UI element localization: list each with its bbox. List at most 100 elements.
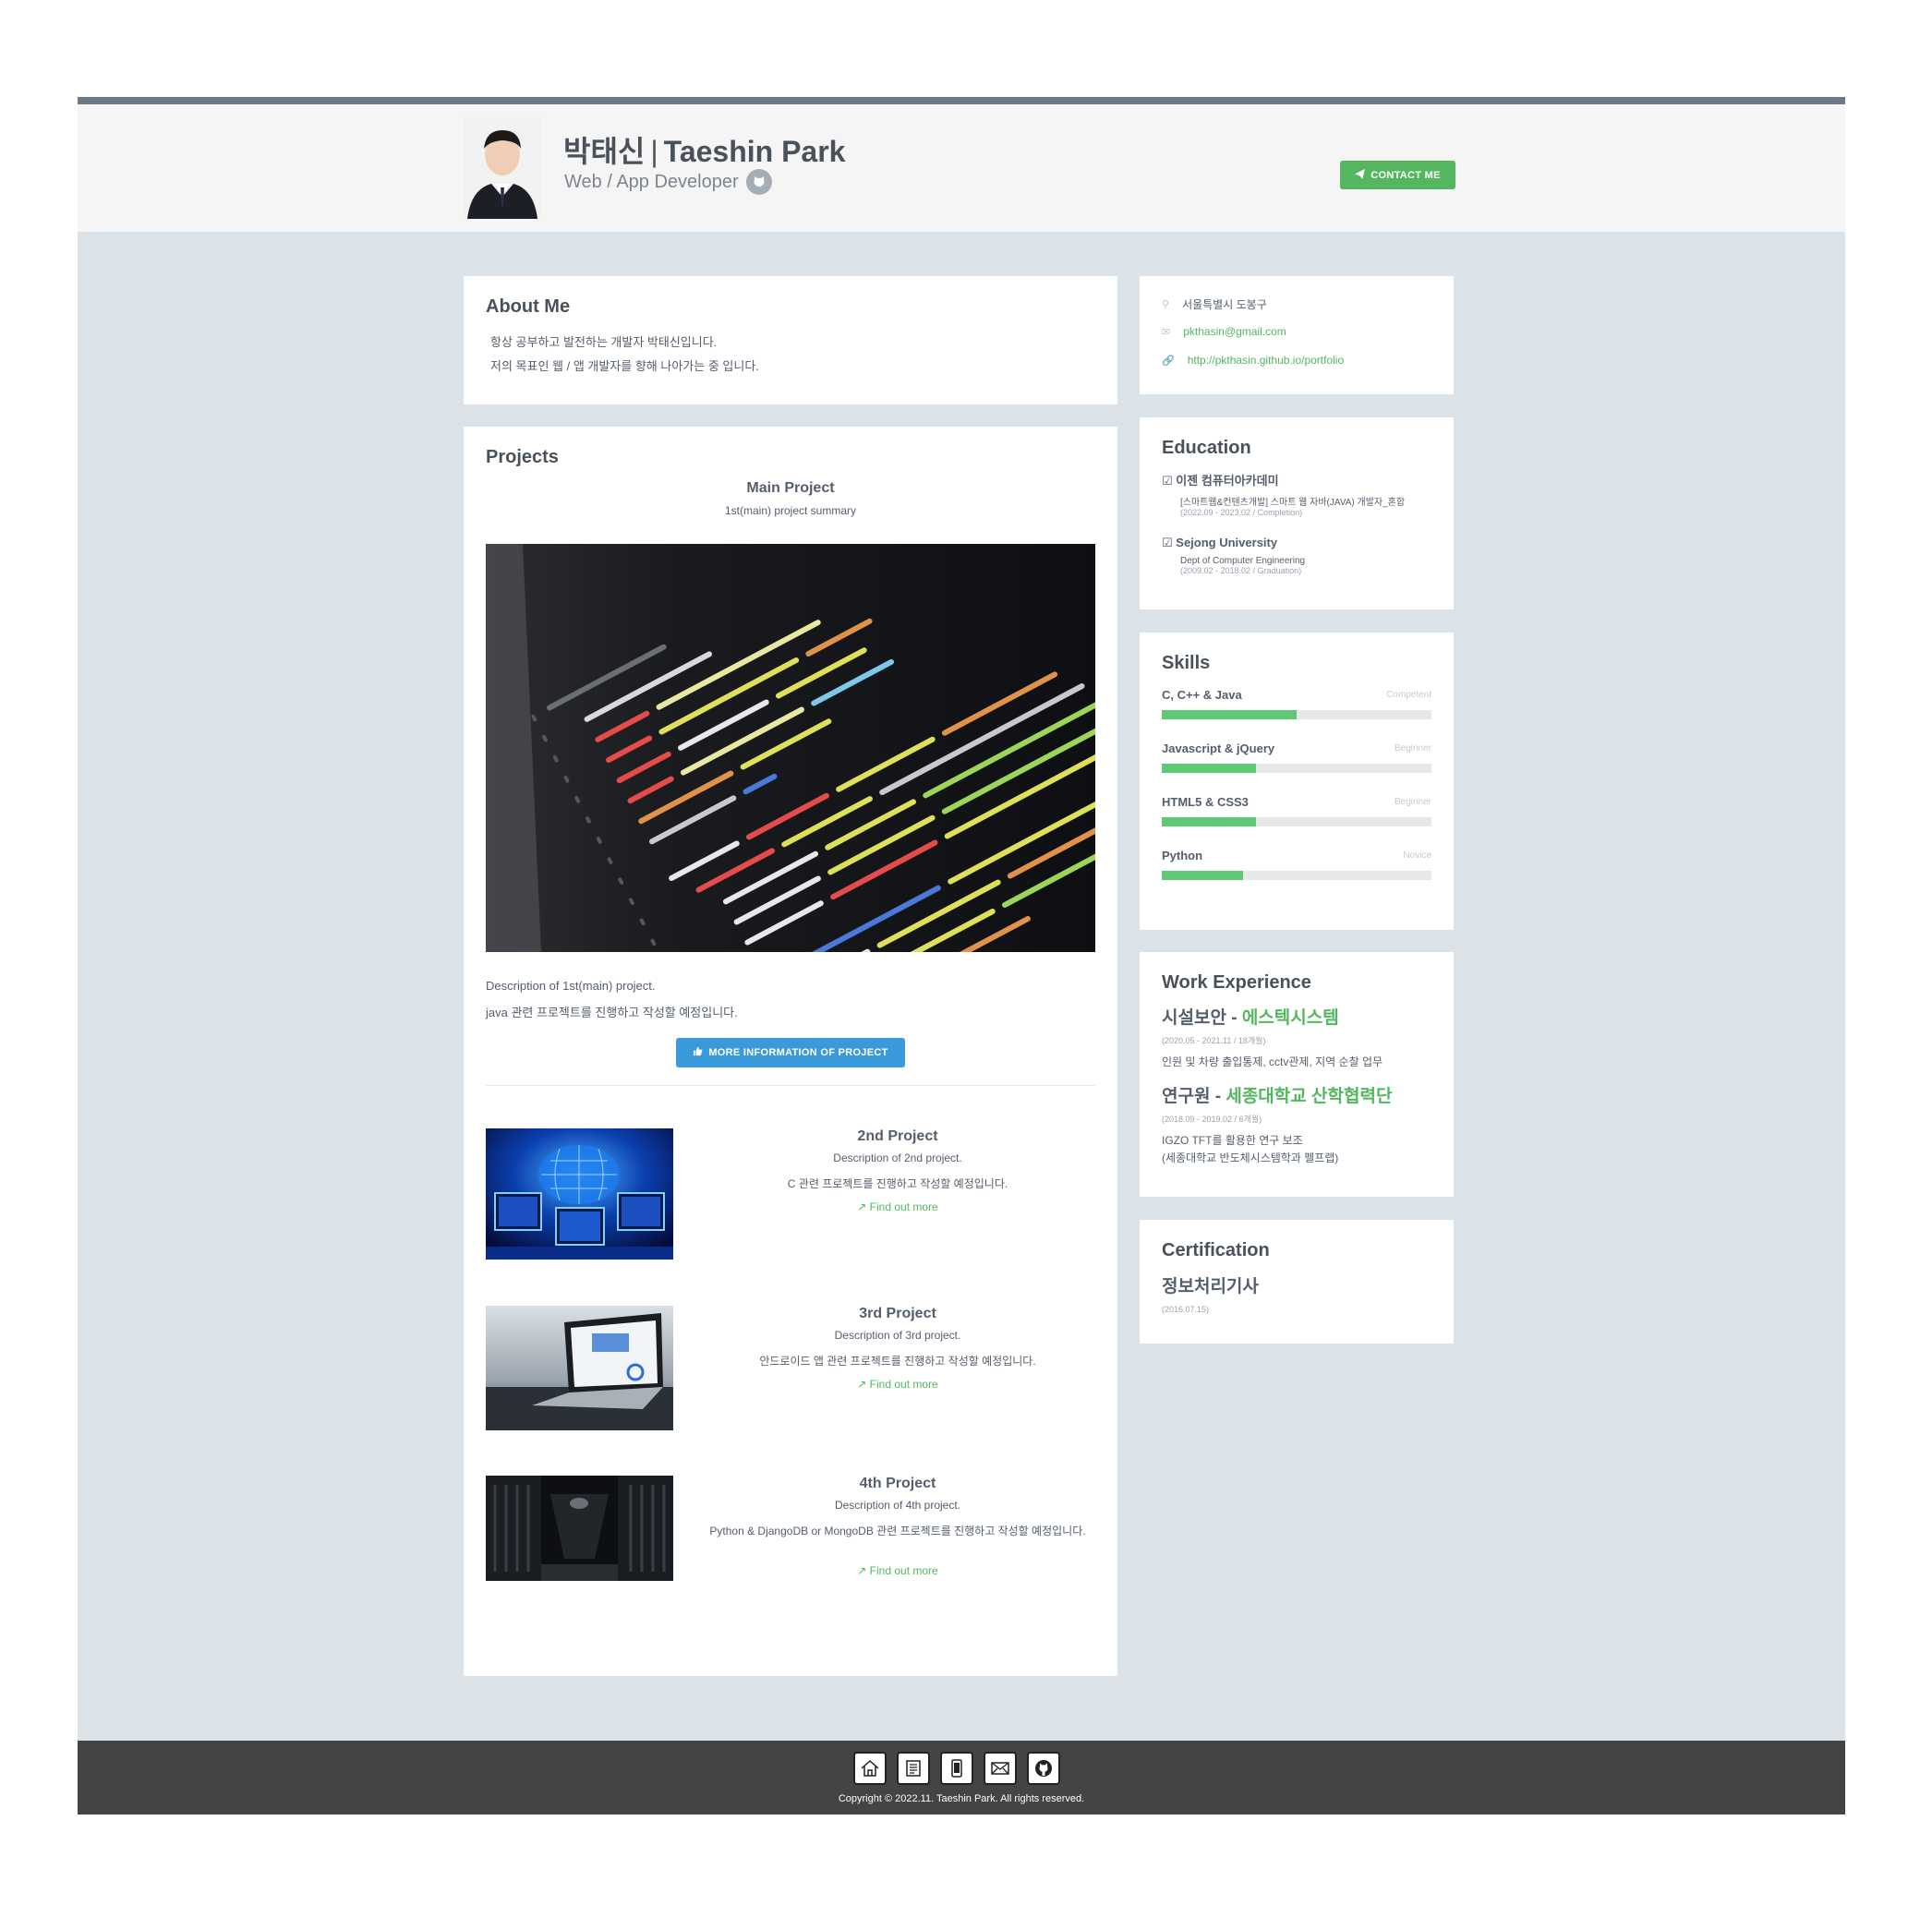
map-marker-icon: ⚲ <box>1162 299 1170 310</box>
check-square-icon: ☑ <box>1162 474 1173 488</box>
project-2-detail: C 관련 프로젝트를 진행하고 작성할 예정입니다. <box>787 1177 1008 1190</box>
education-card: Education ☑ 이젠 컴퓨터아카데미 [스마트웹&컨텐츠개발] 스마트 … <box>1140 417 1454 609</box>
project-4-link[interactable]: ↗ Find out more <box>700 1564 1095 1577</box>
work-experience-card: Work Experience 시설보안 - 에스텍시스템 (2020.05 -… <box>1140 952 1454 1197</box>
github-icon[interactable] <box>1027 1752 1060 1785</box>
skill-name: Javascript & jQuery <box>1162 741 1275 755</box>
external-link-icon: ↗ <box>857 1564 867 1577</box>
skill-level: Beginner <box>1394 743 1431 754</box>
project-4-image[interactable] <box>486 1476 673 1581</box>
project-2-link-label: Find out more <box>869 1200 938 1213</box>
external-link-icon: ↗ <box>857 1200 867 1213</box>
main-project-image[interactable] <box>486 544 1095 952</box>
work-description: IGZO TFT를 활용한 연구 보조 <box>1162 1134 1303 1147</box>
work-description-sub: (세종대학교 반도체시스템학과 펠프랩) <box>1162 1151 1339 1164</box>
education-item: ☑ Sejong University Dept of Computer Eng… <box>1162 536 1305 575</box>
footer-icons <box>853 1752 1060 1785</box>
skill-bar-track <box>1162 710 1431 719</box>
project-2-link[interactable]: ↗ Find out more <box>700 1200 1095 1213</box>
profile-tagline: Web / App Developer <box>564 169 772 195</box>
email-link[interactable]: pkthasin@gmail.com <box>1183 325 1286 338</box>
contact-me-button[interactable]: CONTACT ME <box>1340 161 1455 189</box>
work-experience-title: Work Experience <box>1162 972 1311 993</box>
link-icon: 🔗 <box>1162 355 1175 367</box>
about-title: About Me <box>486 296 571 317</box>
skill-bar-fill <box>1162 817 1257 826</box>
mobile-icon[interactable] <box>940 1752 973 1785</box>
education-period: (2009.02 - 2018.02 / Graduation) <box>1180 566 1302 575</box>
name-english: Taeshin Park <box>663 135 846 168</box>
skill-bar-track <box>1162 817 1431 826</box>
about-card: About Me 항상 공부하고 발전하는 개발자 박태신입니다. 저의 목표인… <box>464 276 1117 404</box>
projects-title: Projects <box>486 447 559 467</box>
website-row[interactable]: 🔗 http://pkthasin.github.io/portfolio <box>1162 354 1344 367</box>
check-square-icon: ☑ <box>1162 536 1173 549</box>
project-4-description: Description of 4th project. <box>834 1499 961 1512</box>
project-4-detail: Python & DjangoDB or MongoDB 관련 프로젝트를 진행… <box>709 1525 1086 1537</box>
work-company: 에스텍시스템 <box>1241 1008 1339 1028</box>
profile-photo <box>464 117 541 219</box>
skills-title: Skills <box>1162 653 1211 673</box>
tagline-text: Web / App Developer <box>564 171 739 192</box>
certification-date: (2016.07.15) <box>1162 1305 1210 1314</box>
education-program: [스마트웹&컨텐츠개발] 스마트 웹 자바(JAVA) 개발자_혼합 <box>1180 498 1406 508</box>
skill-level: Beginner <box>1394 797 1431 807</box>
skills-card: Skills C, C++ & Java Competent Javascrip… <box>1140 633 1454 930</box>
external-link-icon: ↗ <box>857 1378 867 1391</box>
main-project-detail: java 관련 프로젝트를 진행하고 작성할 예정입니다. <box>486 1006 738 1019</box>
document-icon[interactable] <box>897 1752 930 1785</box>
paper-plane-icon <box>1355 168 1366 182</box>
github-icon[interactable] <box>745 169 772 195</box>
education-school: 이젠 컴퓨터아카데미 <box>1176 474 1279 488</box>
home-icon[interactable] <box>853 1752 887 1785</box>
project-2-title: 2nd Project <box>857 1128 938 1144</box>
project-3-link[interactable]: ↗ Find out more <box>700 1378 1095 1391</box>
page-frame: 박태신 | Taeshin Park Web / App Developer CON… <box>78 97 1845 1815</box>
profile-name: 박태신 | Taeshin Park <box>563 128 845 171</box>
more-information-button[interactable]: MORE INFORMATION OF PROJECT <box>676 1038 905 1067</box>
project-2-image[interactable] <box>486 1128 673 1260</box>
project-2-description: Description of 2nd project. <box>833 1151 962 1164</box>
envelope-icon: ✉ <box>1162 326 1171 338</box>
skill-level: Competent <box>1386 690 1431 700</box>
education-period: (2022.09 - 2023.02 / Completion) <box>1180 508 1303 517</box>
mail-icon[interactable] <box>984 1752 1017 1785</box>
skill-name: C, C++ & Java <box>1162 688 1242 702</box>
work-period: (2018.09 - 2019.02 / 6개월) <box>1162 1115 1262 1124</box>
skill-bar-fill <box>1162 871 1243 880</box>
name-separator: | <box>650 135 658 168</box>
work-description: 인원 및 차량 출입통제, cctv관제, 지역 순찰 업무 <box>1162 1055 1383 1068</box>
footer: Copyright © 2022.11. Taeshin Park. All r… <box>78 1741 1845 1815</box>
skill-name: Python <box>1162 849 1203 862</box>
main-project-title: Main Project <box>746 480 835 496</box>
project-4-link-label: Find out more <box>869 1564 938 1577</box>
header: 박태신 | Taeshin Park Web / App Developer CON… <box>78 104 1845 232</box>
work-role: 연구원 <box>1162 1087 1211 1106</box>
contact-info-card: ⚲ 서울특별시 도봉구 ✉ pkthasin@gmail.com 🔗 http:… <box>1140 276 1454 394</box>
work-period: (2020.05 - 2021.11 / 18개월) <box>1162 1036 1266 1045</box>
work-item: 연구원 - 세종대학교 산학협력단 (2018.09 - 2019.02 / 6… <box>1162 1082 1392 1165</box>
work-role: 시설보안 <box>1162 1008 1226 1028</box>
project-4-title: 4th Project <box>859 1476 936 1491</box>
skill-bar-fill <box>1162 764 1257 773</box>
certification-card: Certification 정보처리기사 (2016.07.15) <box>1140 1220 1454 1344</box>
certification-title: Certification <box>1162 1240 1270 1260</box>
project-3-image[interactable] <box>486 1306 673 1430</box>
work-item: 시설보안 - 에스텍시스템 (2020.05 - 2021.11 / 18개월)… <box>1162 1004 1383 1069</box>
skill-bar-track <box>1162 871 1431 880</box>
main-project-summary: 1st(main) project summary <box>724 504 857 517</box>
email-row[interactable]: ✉ pkthasin@gmail.com <box>1162 325 1286 338</box>
top-accent-bar <box>78 97 1845 104</box>
skill-name: HTML5 & CSS3 <box>1162 795 1249 809</box>
skill-bar-fill <box>1162 710 1297 719</box>
location-row: ⚲ 서울특별시 도봉구 <box>1162 296 1267 312</box>
more-information-label: MORE INFORMATION OF PROJECT <box>708 1047 888 1058</box>
skill-level: Novice <box>1403 850 1431 861</box>
education-item: ☑ 이젠 컴퓨터아카데미 [스마트웹&컨텐츠개발] 스마트 웹 자바(JAVA)… <box>1162 471 1405 517</box>
website-link[interactable]: http://pkthasin.github.io/portfolio <box>1188 354 1344 367</box>
education-program: Dept of Computer Engineering <box>1180 556 1306 566</box>
project-3-description: Description of 3rd project. <box>834 1329 961 1342</box>
project-3-title: 3rd Project <box>859 1306 936 1321</box>
copyright: Copyright © 2022.11. Taeshin Park. All r… <box>838 1793 1085 1804</box>
name-korean: 박태신 <box>563 135 646 168</box>
